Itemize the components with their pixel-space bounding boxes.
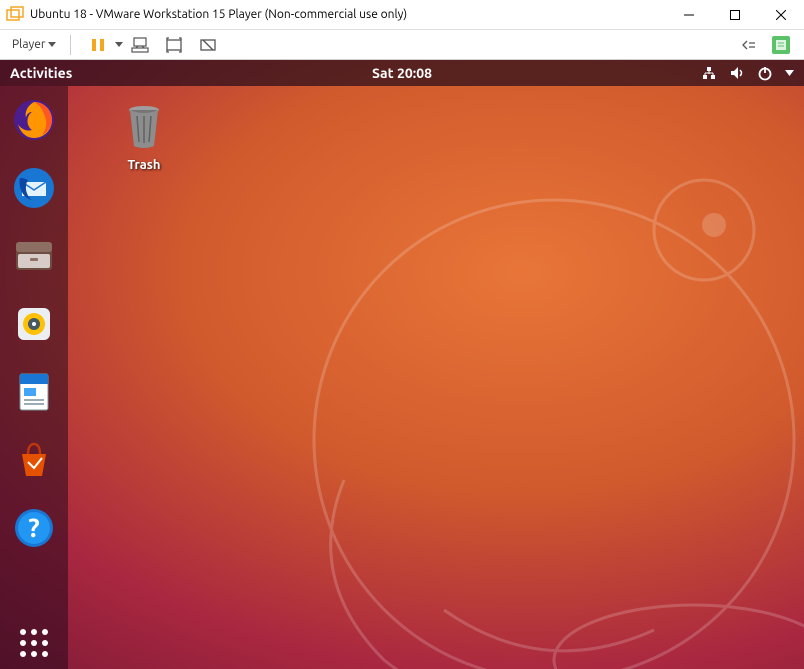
desktop-area[interactable]: Trash: [68, 86, 804, 669]
cycle-devices-icon[interactable]: [738, 34, 760, 56]
desktop-icon-label: Trash: [104, 158, 184, 172]
clock[interactable]: Sat 20:08: [372, 65, 432, 81]
dock-item-thunderbird[interactable]: [10, 164, 58, 212]
dock-item-help[interactable]: ?: [10, 504, 58, 552]
desktop-icon-trash[interactable]: Trash: [104, 102, 184, 172]
close-button[interactable]: [758, 0, 804, 30]
vmware-app-icon: [6, 6, 24, 24]
toolbar-separator: [70, 35, 71, 55]
dock-item-writer[interactable]: [10, 368, 58, 416]
trash-icon: [121, 102, 167, 150]
power-icon: [757, 65, 773, 81]
dock-item-rhythmbox[interactable]: [10, 300, 58, 348]
maximize-button[interactable]: [712, 0, 758, 30]
chevron-down-icon: [785, 70, 794, 76]
chevron-down-icon[interactable]: [115, 42, 123, 47]
gnome-top-bar: Activities Sat 20:08: [0, 60, 804, 86]
unity-mode-icon[interactable]: [197, 34, 219, 56]
minimize-button[interactable]: [666, 0, 712, 30]
notes-icon[interactable]: [772, 36, 790, 54]
window-titlebar: Ubuntu 18 - VMware Workstation 15 Player…: [0, 0, 804, 30]
network-icon: [701, 65, 717, 81]
fullscreen-icon[interactable]: [163, 34, 185, 56]
send-ctrl-alt-del-icon[interactable]: [129, 34, 151, 56]
activities-button[interactable]: Activities: [10, 65, 72, 81]
dock-item-firefox[interactable]: [10, 96, 58, 144]
guest-display: Activities Sat 20:08 ?: [0, 60, 804, 669]
dock: ?: [0, 86, 68, 669]
volume-icon: [729, 65, 745, 81]
dock-item-software[interactable]: [10, 436, 58, 484]
player-menu-label: Player: [12, 38, 45, 51]
system-status-area[interactable]: [701, 65, 794, 81]
svg-text:?: ?: [28, 513, 39, 542]
vmware-toolbar: Player: [0, 30, 804, 60]
show-applications-button[interactable]: [20, 629, 48, 657]
pause-icon[interactable]: [87, 34, 109, 56]
player-menu[interactable]: Player: [8, 36, 60, 53]
dock-item-files[interactable]: [10, 232, 58, 280]
window-title: Ubuntu 18 - VMware Workstation 15 Player…: [30, 8, 666, 21]
